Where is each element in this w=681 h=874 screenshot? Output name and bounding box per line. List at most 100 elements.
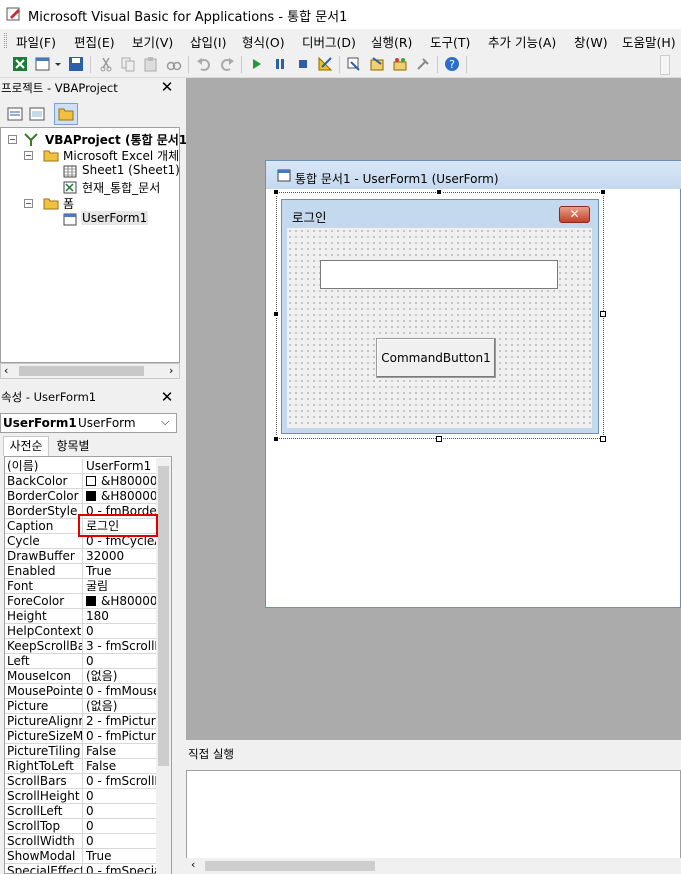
resize-handle[interactable] bbox=[436, 436, 442, 442]
properties-window-icon[interactable] bbox=[369, 56, 385, 72]
close-icon[interactable]: ✕ bbox=[159, 80, 175, 96]
close-icon[interactable]: ✕ bbox=[559, 206, 590, 223]
save-icon[interactable] bbox=[68, 56, 84, 72]
menu-debug[interactable]: 디버그(D) bbox=[302, 32, 356, 51]
object-selector[interactable]: UserForm1 UserForm ⌵ bbox=[0, 413, 177, 433]
property-row[interactable]: ScrollHeight 0 bbox=[5, 789, 159, 804]
property-row[interactable]: MouseIcon (없음) bbox=[5, 669, 159, 684]
project-horizontal-scrollbar[interactable]: ‹ › bbox=[0, 363, 180, 379]
resize-handle[interactable] bbox=[436, 189, 442, 195]
view-code-icon[interactable] bbox=[7, 106, 23, 122]
collapse-toggle[interactable]: − bbox=[24, 151, 33, 160]
help-icon[interactable]: ? bbox=[444, 56, 460, 72]
cut-icon[interactable] bbox=[98, 56, 114, 72]
property-row[interactable]: Picture (없음) bbox=[5, 699, 159, 714]
undo-icon[interactable] bbox=[196, 56, 212, 72]
property-row[interactable]: DrawBuffer 32000 bbox=[5, 549, 159, 564]
tree-root[interactable]: VBAProject (통합 문서1) bbox=[45, 131, 193, 148]
toggle-folders-button[interactable] bbox=[54, 103, 78, 125]
immediate-horizontal-scrollbar[interactable]: ‹ bbox=[186, 858, 681, 874]
property-row[interactable]: ScrollTop 0 bbox=[5, 819, 159, 834]
menu-edit[interactable]: 편집(E) bbox=[74, 32, 115, 51]
resize-handle[interactable] bbox=[273, 436, 279, 442]
insert-userform-icon[interactable] bbox=[35, 56, 51, 72]
resize-handle[interactable] bbox=[600, 436, 606, 442]
menu-help[interactable]: 도움말(H) bbox=[622, 32, 676, 51]
toolbar-options-button[interactable] bbox=[660, 55, 670, 75]
textbox-input[interactable] bbox=[320, 260, 558, 289]
view-object-icon[interactable] bbox=[29, 106, 45, 122]
menu-tools[interactable]: 도구(T) bbox=[430, 32, 470, 51]
resize-handle[interactable] bbox=[600, 189, 606, 195]
property-row[interactable]: KeepScrollBarsVisible3 - fmScrollBarsBot… bbox=[5, 639, 159, 654]
tab-categorized[interactable]: 항목별 bbox=[50, 438, 96, 456]
toolbox-icon[interactable] bbox=[415, 56, 431, 72]
property-row[interactable]: (이름) UserForm1 bbox=[5, 459, 159, 474]
property-row[interactable]: HelpContextID0 bbox=[5, 624, 159, 639]
project-pane-header: 프로젝트 - VBAProject ✕ bbox=[0, 78, 178, 98]
paste-icon[interactable] bbox=[143, 56, 159, 72]
property-row[interactable]: Left 0 bbox=[5, 654, 159, 669]
form-client-area[interactable] bbox=[287, 228, 592, 428]
menu-insert[interactable]: 삽입(I) bbox=[190, 32, 226, 51]
tree-thisworkbook[interactable]: 현재_통합_문서 bbox=[82, 179, 160, 196]
resize-handle[interactable] bbox=[273, 311, 279, 317]
property-row[interactable]: ScrollBars0 - fmScrollBarsNone bbox=[5, 774, 159, 789]
property-row[interactable]: Enabled True bbox=[5, 564, 159, 579]
property-row[interactable]: MousePointer0 - fmMousePointerDefault bbox=[5, 684, 159, 699]
scroll-left-icon[interactable]: ‹ bbox=[4, 364, 8, 377]
run-icon[interactable] bbox=[249, 56, 265, 72]
tree-excel-objects[interactable]: Microsoft Excel 개체 bbox=[63, 147, 179, 164]
chevron-down-icon[interactable]: ⌵ bbox=[161, 415, 169, 429]
menu-addins[interactable]: 추가 기능(A) bbox=[488, 32, 556, 51]
scroll-thumb[interactable] bbox=[158, 466, 169, 766]
property-row[interactable]: BorderColor&H80000012& bbox=[5, 489, 159, 504]
reset-icon[interactable] bbox=[295, 56, 311, 72]
menu-view[interactable]: 보기(V) bbox=[132, 32, 173, 51]
resize-handle[interactable] bbox=[273, 189, 279, 195]
redo-icon[interactable] bbox=[219, 56, 235, 72]
menu-file[interactable]: 파일(F) bbox=[16, 32, 56, 51]
property-row[interactable]: ForeColor&H80000012& bbox=[5, 594, 159, 609]
resize-handle[interactable] bbox=[600, 311, 606, 317]
window-title: Microsoft Visual Basic for Applications … bbox=[28, 10, 348, 25]
property-row[interactable]: ScrollLeft 0 bbox=[5, 804, 159, 819]
collapse-toggle[interactable]: − bbox=[8, 135, 17, 144]
tab-alphabetic[interactable]: 사전순 bbox=[3, 436, 49, 456]
find-icon[interactable] bbox=[166, 56, 182, 72]
object-browser-icon[interactable] bbox=[392, 56, 408, 72]
vba-app-icon bbox=[6, 7, 20, 21]
dropdown-arrow-icon[interactable] bbox=[54, 56, 62, 72]
property-row[interactable]: RightToLeft False bbox=[5, 759, 159, 774]
svg-text:?: ? bbox=[449, 58, 455, 71]
tree-sheet1[interactable]: Sheet1 (Sheet1) bbox=[82, 163, 180, 177]
scroll-right-icon[interactable]: › bbox=[169, 364, 173, 377]
property-row[interactable]: PictureAlignment2 - fmPictureAlignmentCe… bbox=[5, 714, 159, 729]
property-row[interactable]: Font 굴림 bbox=[5, 579, 159, 594]
copy-icon[interactable] bbox=[120, 56, 136, 72]
tree-forms[interactable]: 폼 bbox=[63, 195, 74, 212]
command-button[interactable]: CommandButton1 bbox=[376, 338, 496, 378]
project-explorer-icon[interactable] bbox=[346, 56, 362, 72]
properties-vertical-scrollbar[interactable] bbox=[156, 458, 171, 874]
property-row[interactable]: SpecialEffect0 - fmSpecialEffectFlat bbox=[5, 864, 159, 873]
property-row[interactable]: BackColor&H8000000F& bbox=[5, 474, 159, 489]
scroll-left-icon[interactable]: ‹ bbox=[191, 858, 195, 871]
property-row[interactable]: ScrollWidth 0 bbox=[5, 834, 159, 849]
property-row[interactable]: ShowModal True bbox=[5, 849, 159, 864]
menu-format[interactable]: 형식(O) bbox=[242, 32, 285, 51]
property-row[interactable]: PictureTiling False bbox=[5, 744, 159, 759]
close-icon[interactable]: ✕ bbox=[159, 390, 175, 406]
excel-view-icon[interactable] bbox=[12, 56, 28, 72]
break-icon[interactable] bbox=[272, 56, 288, 72]
property-row[interactable]: PictureSizeMode0 - fmPictureSizeModeClip bbox=[5, 729, 159, 744]
menu-window[interactable]: 창(W) bbox=[574, 32, 608, 51]
folder-icon bbox=[43, 150, 59, 162]
property-row[interactable]: Height 180 bbox=[5, 609, 159, 624]
tree-userform1[interactable]: UserForm1 bbox=[81, 211, 149, 225]
collapse-toggle[interactable]: − bbox=[24, 199, 33, 208]
scroll-thumb[interactable] bbox=[19, 366, 144, 376]
scroll-thumb[interactable] bbox=[205, 861, 375, 871]
design-mode-icon[interactable] bbox=[317, 56, 333, 72]
menu-run[interactable]: 실행(R) bbox=[371, 32, 412, 51]
